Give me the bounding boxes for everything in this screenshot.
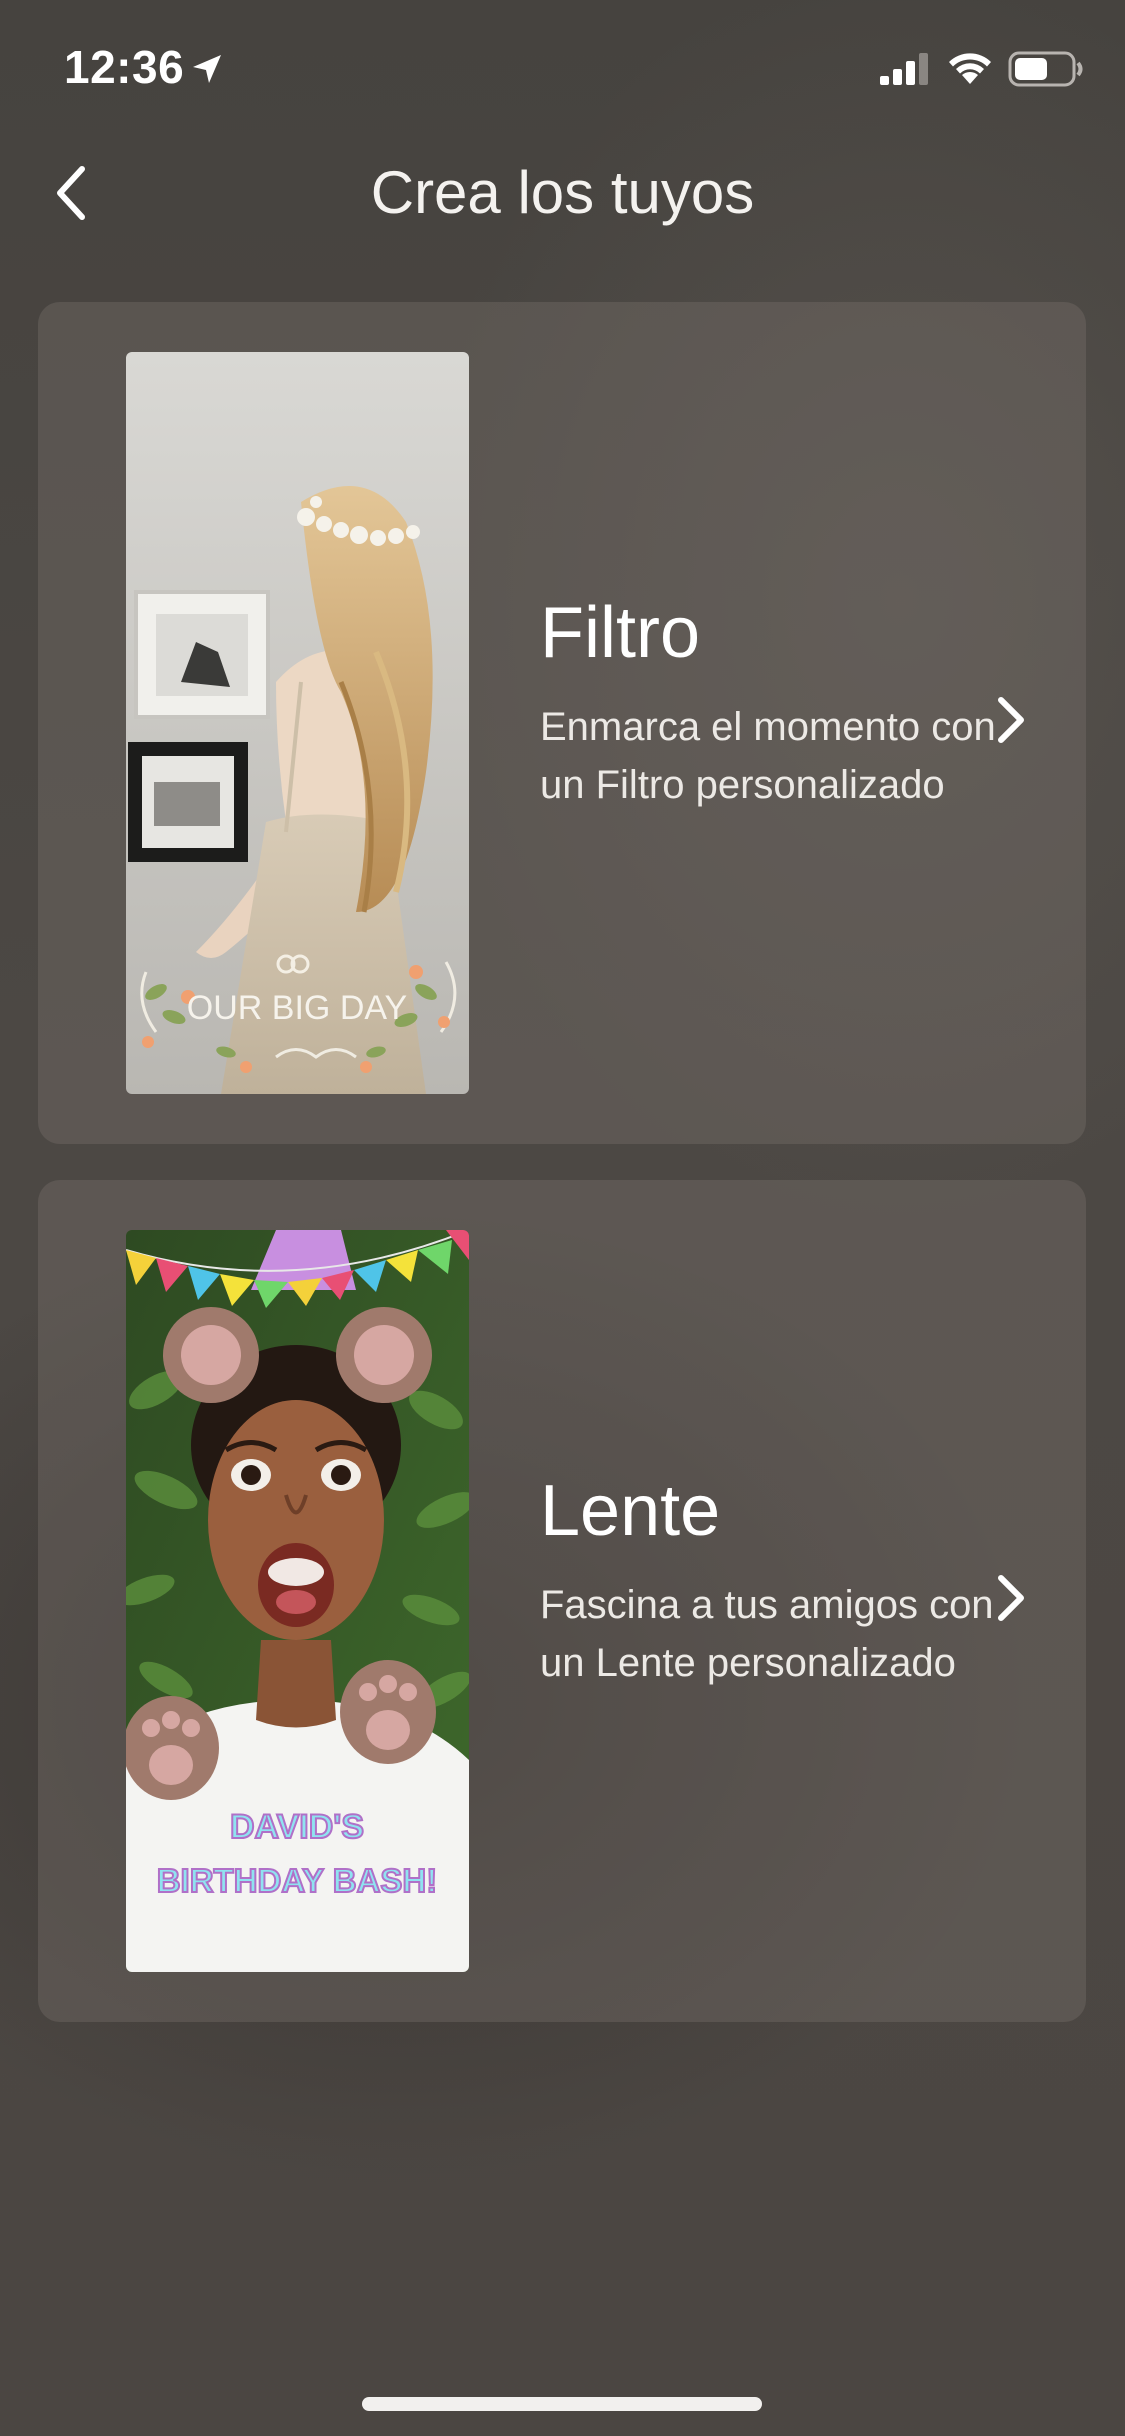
home-indicator[interactable]	[362, 2397, 762, 2411]
status-time: 12:36	[64, 41, 185, 93]
status-bar: 12:36	[0, 0, 1125, 130]
screen: 12:36 Crea los tuyos OUR BIG DAY Filtro …	[0, 0, 1125, 2436]
lens-card[interactable]: DAVID'S BIRTHDAY BASH! Lente Fascina a t…	[38, 1180, 1086, 2022]
lens-thumbnail: DAVID'S BIRTHDAY BASH!	[126, 1230, 469, 1972]
location-arrow-icon	[193, 55, 221, 83]
wifi-icon	[949, 53, 991, 84]
filter-card-title: Filtro	[540, 593, 700, 673]
battery-icon	[1008, 51, 1083, 87]
lens-card-description: Fascina a tus amigos con un Lente person…	[540, 1583, 994, 1685]
cellular-signal-icon	[880, 53, 928, 85]
chevron-right-icon	[998, 697, 1024, 743]
birthday-lens-image: DAVID'S BIRTHDAY BASH!	[126, 1230, 469, 1972]
filter-card-description: Enmarca el momento con un Filtro persona…	[540, 705, 996, 807]
lens-card-title: Lente	[540, 1471, 721, 1551]
filter-thumbnail-caption: OUR BIG DAY	[187, 989, 407, 1027]
chevron-right-icon	[998, 1575, 1024, 1621]
lens-thumbnail-caption-line2: BIRTHDAY BASH!	[157, 1862, 438, 1899]
lens-thumbnail-caption-line1: DAVID'S	[230, 1808, 364, 1846]
filter-thumbnail: OUR BIG DAY	[126, 352, 469, 1094]
filter-card[interactable]: OUR BIG DAY Filtro Enmarca el momento co…	[38, 302, 1086, 1144]
wedding-photo-image: OUR BIG DAY	[126, 352, 469, 1094]
page-title: Crea los tuyos	[370, 159, 755, 226]
